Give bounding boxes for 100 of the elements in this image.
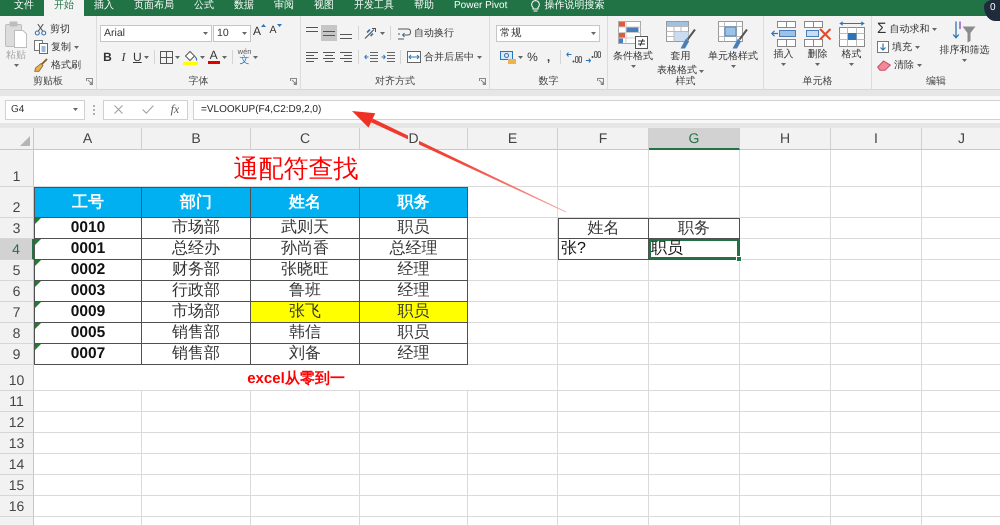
- ribbon-tab[interactable]: Power Pivot: [444, 0, 518, 16]
- format-button[interactable]: 格式: [836, 19, 866, 74]
- column-header[interactable]: D: [360, 128, 468, 150]
- caption-text: excel从零到一: [247, 368, 345, 388]
- autosum-button[interactable]: Σ 自动求和: [875, 20, 940, 38]
- bold-button[interactable]: B: [100, 48, 115, 66]
- dialog-launcher-icon[interactable]: [290, 78, 297, 84]
- column-header[interactable]: F: [558, 128, 649, 150]
- accounting-format-button[interactable]: [499, 48, 524, 66]
- align-button[interactable]: [321, 49, 337, 65]
- table-cell: 0005: [34, 323, 142, 344]
- row-header[interactable]: 14: [0, 454, 34, 475]
- decimal-arrow-icon: [585, 51, 601, 63]
- underline-button[interactable]: U: [132, 48, 150, 66]
- align-button[interactable]: [304, 49, 320, 65]
- row-header[interactable]: 6: [0, 281, 34, 302]
- column-header[interactable]: H: [740, 128, 831, 150]
- table-cell[interactable]: 张?: [558, 239, 649, 260]
- merge-center-button[interactable]: 合并后居中: [405, 48, 484, 66]
- decimal-arrow-icon: [566, 51, 582, 63]
- insert-cells-icon: [770, 21, 796, 47]
- sort-filter-button[interactable]: 排序和筛选: [939, 19, 992, 74]
- font-color-button[interactable]: A: [206, 48, 228, 66]
- header-cell: 职务: [360, 187, 468, 218]
- group-label: 对齐方式: [375, 74, 415, 88]
- italic-button[interactable]: I: [116, 48, 131, 66]
- format-as-table-button[interactable]: 套用 表格格式: [655, 19, 706, 74]
- conditional-format-button[interactable]: 条件格式: [611, 19, 655, 74]
- cell-styles-button[interactable]: 单元格样式: [706, 19, 760, 74]
- bar-grid-icon: [618, 21, 648, 49]
- header-cell: 部门: [142, 187, 251, 218]
- check-icon: [142, 105, 154, 114]
- fill-color-button[interactable]: [182, 48, 206, 66]
- column-header[interactable]: J: [922, 128, 1000, 150]
- row-header[interactable]: 10: [0, 365, 34, 391]
- header-cell: 姓名: [558, 218, 649, 239]
- align-button[interactable]: [321, 25, 337, 41]
- row-header[interactable]: 9: [0, 344, 34, 365]
- row-header[interactable]: 5: [0, 260, 34, 281]
- insert-button[interactable]: 插入: [768, 19, 798, 74]
- ribbon-tab[interactable]: 公式: [184, 0, 224, 16]
- indent-icon: [381, 52, 395, 62]
- row-header[interactable]: 3: [0, 218, 34, 239]
- table-cell[interactable]: 职员: [649, 239, 740, 260]
- column-header[interactable]: I: [831, 128, 922, 150]
- column-header[interactable]: E: [468, 128, 558, 150]
- row-header[interactable]: 15: [0, 475, 34, 496]
- caret-icon: [815, 63, 820, 66]
- column-header[interactable]: C: [251, 128, 360, 150]
- insert-function-button[interactable]: fx: [168, 102, 182, 117]
- dialog-launcher-icon[interactable]: [86, 78, 93, 84]
- row-header[interactable]: 16: [0, 496, 34, 517]
- caret-icon: [699, 70, 704, 72]
- fill-handle[interactable]: [736, 256, 742, 262]
- row-header[interactable]: 13: [0, 433, 34, 454]
- row-header[interactable]: 4: [0, 239, 34, 260]
- row-header[interactable]: 12: [0, 412, 34, 433]
- cut-button[interactable]: 剪切: [32, 20, 83, 38]
- row-header[interactable]: 2: [0, 187, 34, 218]
- tell-me-button[interactable]: 操作说明搜索: [531, 0, 604, 16]
- align-button[interactable]: [338, 49, 354, 65]
- shrink-font-button[interactable]: A: [268, 24, 284, 42]
- row-header[interactable]: 8: [0, 323, 34, 344]
- fill-button[interactable]: 填充: [875, 38, 940, 56]
- row-header[interactable]: 1: [0, 150, 34, 187]
- table-cell: 0001: [34, 239, 142, 260]
- dialog-launcher-icon[interactable]: [479, 78, 486, 84]
- name-box[interactable]: G4: [5, 100, 85, 120]
- row-header[interactable]: 7: [0, 302, 34, 323]
- column-header[interactable]: B: [142, 128, 251, 150]
- group-label: 单元格: [802, 74, 832, 88]
- formula-field[interactable]: =VLOOKUP(F4,C2:D9,2,0): [193, 100, 1000, 120]
- font-size-dropdown[interactable]: 10: [213, 24, 251, 42]
- ribbon-tab[interactable]: 数据: [224, 0, 264, 16]
- delete-button[interactable]: 删除: [802, 19, 834, 74]
- ribbon-tab[interactable]: 开始: [44, 0, 84, 16]
- column-header[interactable]: A: [34, 128, 142, 150]
- copy-button[interactable]: 复制: [32, 38, 83, 56]
- percent-button[interactable]: %: [525, 48, 540, 66]
- dialog-launcher-icon[interactable]: [597, 78, 604, 84]
- ribbon-tab[interactable]: 页面布局: [124, 0, 184, 16]
- grow-font-button[interactable]: A: [252, 24, 268, 42]
- number-format-dropdown[interactable]: 常规: [496, 24, 600, 42]
- cross-icon: [114, 105, 124, 114]
- font-name-dropdown[interactable]: Arial: [100, 24, 212, 42]
- caret-icon: [380, 32, 385, 34]
- wrap-text-button[interactable]: 自动换行: [395, 24, 456, 42]
- align-lines-icon: [306, 27, 318, 32]
- comma-button[interactable]: ,: [541, 48, 556, 66]
- ribbon-tab[interactable]: 视图: [304, 0, 344, 16]
- ribbon-tab[interactable]: 插入: [84, 0, 124, 16]
- ribbon-tab[interactable]: 开发工具: [344, 0, 404, 16]
- triangle-icon: [20, 136, 30, 146]
- clear-button[interactable]: 清除: [875, 56, 940, 74]
- table-cell: 孙尚香: [251, 239, 360, 260]
- borders-button[interactable]: [158, 48, 181, 66]
- ribbon-tab[interactable]: 帮助: [404, 0, 444, 16]
- format-painter-button[interactable]: 格式刷: [32, 56, 83, 74]
- column-header[interactable]: G: [649, 128, 740, 150]
- row-header[interactable]: 11: [0, 391, 34, 412]
